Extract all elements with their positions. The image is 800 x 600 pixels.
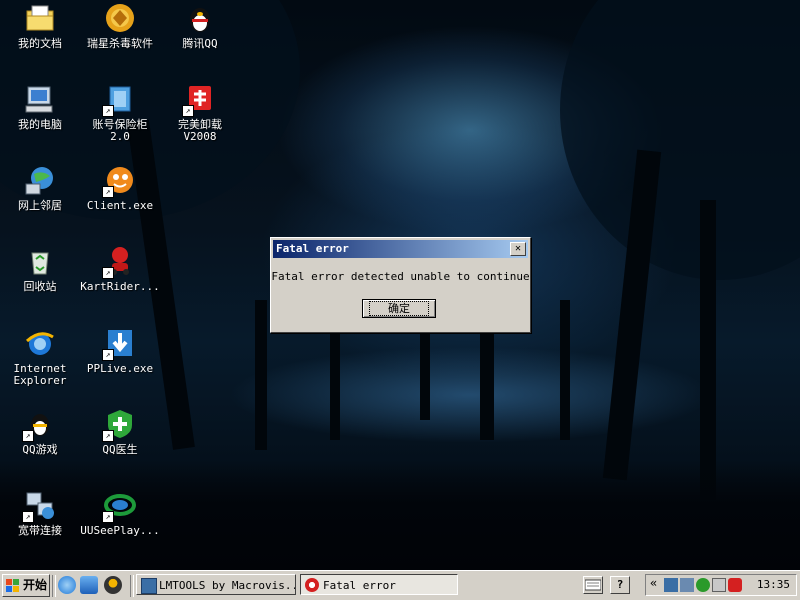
qq-penguin-icon (184, 2, 216, 34)
shortcut-arrow-icon: ↗ (102, 349, 114, 361)
shortcut-arrow-icon: ↗ (102, 186, 114, 198)
shortcut-arrow-icon: ↗ (22, 430, 34, 442)
keyboard-button[interactable] (583, 576, 603, 594)
task-label: Fatal error (323, 579, 396, 592)
client-exe-icon: ↗ (102, 164, 136, 198)
shortcut-arrow-icon: ↗ (102, 430, 114, 442)
task-label: LMTOOLS by Macrovis... (159, 579, 296, 592)
perfect-uninstall-icon: ↗ (182, 83, 216, 117)
recycle-bin-icon (24, 245, 56, 277)
desktop-icon-qq-game[interactable]: ↗ QQ游戏 (0, 408, 80, 456)
kartrider-icon: ↗ (102, 245, 136, 279)
task-button-lmtools[interactable]: LMTOOLS by Macrovis... (136, 574, 296, 595)
wallpaper-tree-canopy (560, 0, 800, 280)
rising-antivirus-icon (104, 2, 136, 34)
fatal-error-dialog: Fatal error ✕ Fatal error detected unabl… (270, 237, 531, 333)
dialog-message: Fatal error detected unable to continue (271, 270, 530, 283)
umbrella-tray-icon[interactable] (696, 578, 710, 592)
account-safe-icon: ↗ (102, 83, 136, 117)
network-tray-icon[interactable] (664, 578, 678, 592)
shortcut-arrow-icon: ↗ (102, 511, 114, 523)
icon-label: 我的电脑 (18, 118, 62, 131)
desktop-icon-qq-doctor[interactable]: ↗ QQ医生 (80, 408, 160, 456)
desktop-icon-qq[interactable]: 腾讯QQ (160, 2, 240, 50)
security-shield-tray-icon[interactable] (728, 578, 742, 592)
desktop-icon-broadband-connection[interactable]: ↗ 宽带连接 (0, 489, 80, 537)
fatal-error-app-icon (305, 578, 319, 592)
shortcut-arrow-icon: ↗ (182, 105, 194, 117)
icon-label: 宽带连接 (18, 524, 62, 537)
desktop-icon-internet-explorer[interactable]: Internet Explorer (0, 327, 80, 387)
wallpaper-tree-trunk (700, 200, 716, 500)
monitor-tray-icon[interactable] (680, 578, 694, 592)
pplive-icon: ↗ (102, 327, 136, 361)
system-tray: « 13:35 (645, 574, 797, 596)
icon-label: 完美卸载 V2008 (178, 118, 222, 143)
icon-label: PPLive.exe (86, 362, 154, 375)
help-icon: ? (616, 578, 624, 591)
icon-label: Internet Explorer (13, 362, 67, 387)
taskbar-separator (130, 575, 134, 597)
desktop-icon-my-documents[interactable]: 我的文档 (0, 2, 80, 50)
outlook-express-icon[interactable] (80, 576, 98, 594)
icon-label: QQ游戏 (22, 443, 58, 456)
icon-label: KartRider... (80, 280, 160, 293)
icon-label: 我的文档 (18, 37, 62, 50)
taskbar-separator (52, 575, 56, 597)
desktop: 我的文档 瑞星杀毒软件 腾讯QQ 我的电脑 ↗ 账号保险柜 2.0 ↗ 完美卸载… (0, 0, 800, 570)
desktop-icon-client-exe[interactable]: ↗ Client.exe (80, 164, 160, 212)
broadband-connection-icon: ↗ (22, 489, 56, 523)
wallpaper-tree-trunk (560, 300, 570, 440)
dialog-titlebar[interactable]: Fatal error ✕ (273, 240, 528, 258)
desktop-icon-uusee[interactable]: ↗ UUSeePlay... (80, 489, 160, 537)
desktop-icon-network-places[interactable]: 网上邻居 (0, 164, 80, 212)
show-hidden-icons-chevron[interactable]: « (650, 576, 657, 590)
lmtools-icon (141, 578, 157, 594)
desktop-icon-account-safe[interactable]: ↗ 账号保险柜 2.0 (80, 83, 160, 143)
task-button-fatal-error[interactable]: Fatal error (300, 574, 458, 595)
icon-label: 账号保险柜 2.0 (92, 118, 148, 143)
qq-game-icon: ↗ (22, 408, 56, 442)
start-label: 开始 (23, 578, 48, 592)
icon-label: QQ医生 (102, 443, 138, 456)
desktop-icon-rising-antivirus[interactable]: 瑞星杀毒软件 (80, 2, 160, 50)
clock[interactable]: 13:35 (757, 575, 790, 595)
shortcut-arrow-icon: ↗ (22, 511, 34, 523)
desktop-icon-kartrider[interactable]: ↗ KartRider... (80, 245, 160, 293)
ok-button[interactable]: 确定 (362, 299, 436, 318)
icon-label: 瑞星杀毒软件 (87, 37, 153, 50)
internet-explorer-icon (24, 327, 56, 359)
my-computer-icon (24, 83, 56, 115)
qq-user-icon[interactable] (104, 576, 122, 594)
my-documents-icon (24, 2, 56, 34)
uusee-icon: ↗ (102, 489, 136, 523)
help-button[interactable]: ? (610, 576, 630, 594)
desktop-icon-pplive[interactable]: ↗ PPLive.exe (80, 327, 160, 375)
qq-doctor-icon: ↗ (102, 408, 136, 442)
icon-label: Client.exe (86, 199, 154, 212)
network-places-icon (24, 164, 56, 196)
desktop-icon-recycle-bin[interactable]: 回收站 (0, 245, 80, 293)
icon-label: 网上邻居 (18, 199, 62, 212)
windows-logo-icon (6, 579, 19, 592)
dialog-title: Fatal error (276, 242, 349, 255)
icon-label: 腾讯QQ (182, 37, 218, 50)
shortcut-arrow-icon: ↗ (102, 267, 114, 279)
close-button[interactable]: ✕ (510, 242, 526, 256)
close-icon: ✕ (514, 243, 522, 254)
shortcut-arrow-icon: ↗ (102, 105, 114, 117)
ok-button-label: 确定 (369, 301, 429, 316)
keyboard-icon (585, 579, 601, 591)
desktop-icon-my-computer[interactable]: 我的电脑 (0, 83, 80, 131)
volume-tray-icon[interactable] (712, 578, 726, 592)
icon-label: 回收站 (23, 280, 57, 293)
start-button[interactable]: 开始 (2, 574, 50, 597)
icon-label: UUSeePlay... (80, 524, 160, 537)
taskbar: 开始 LMTOOLS by Macrovis... Fatal error ? … (0, 570, 800, 600)
desktop-icon-perfect-uninstall[interactable]: ↗ 完美卸载 V2008 (160, 83, 240, 143)
wallpaper-tree-trunk (255, 300, 267, 450)
internet-explorer-icon[interactable] (58, 576, 76, 594)
